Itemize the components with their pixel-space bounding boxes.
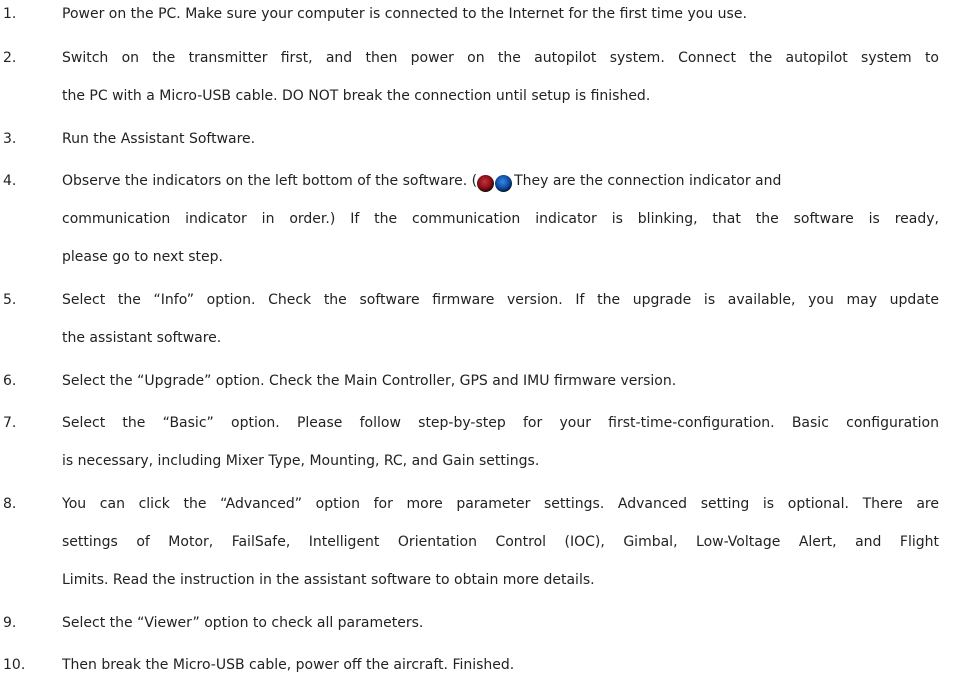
step-text-line: the PC with a Micro-USB cable. DO NOT br… <box>62 88 651 104</box>
step-number: 1. <box>3 6 17 22</box>
communication-indicator-icon <box>495 174 513 192</box>
step-text-line: You can click the “Advanced” option for … <box>62 496 939 512</box>
step-number: 6. <box>3 373 17 389</box>
step-text-segment: They are the connection indicator and <box>514 173 782 189</box>
step-number: 7. <box>3 415 17 431</box>
step-text-line-with-indicators: Observe the indicators on the left botto… <box>62 171 781 193</box>
step-text-line: please go to next step. <box>62 249 223 265</box>
step-text-line: Run the Assistant Software. <box>62 131 256 147</box>
step-text-line: communication indicator in order.) If th… <box>62 211 939 227</box>
instruction-document: 1. Power on the PC. Make sure your compu… <box>0 0 953 692</box>
step-number: 9. <box>3 615 17 631</box>
connection-indicator-icon <box>477 174 495 192</box>
step-text-line: Select the “Basic” option. Please follow… <box>62 415 939 431</box>
step-text-line: the assistant software. <box>62 330 222 346</box>
step-number: 4. <box>3 173 17 189</box>
step-text-line: Select the “Info” option. Check the soft… <box>62 292 939 308</box>
step-number: 8. <box>3 496 17 512</box>
step-text-line: settings of Motor, FailSafe, Intelligent… <box>62 534 939 550</box>
step-number: 10. <box>3 657 26 673</box>
step-text-line: Then break the Micro-USB cable, power of… <box>62 657 515 673</box>
step-text-line: Select the “Viewer” option to check all … <box>62 615 424 631</box>
step-number: 5. <box>3 292 17 308</box>
step-text-line: Select the “Upgrade” option. Check the M… <box>62 373 677 389</box>
step-text-line: Power on the PC. Make sure your computer… <box>62 6 747 22</box>
step-number: 3. <box>3 131 17 147</box>
step-number: 2. <box>3 50 17 66</box>
step-text-line: is necessary, including Mixer Type, Moun… <box>62 453 540 469</box>
indicator-lights <box>477 173 513 193</box>
step-text-line: Switch on the transmitter first, and the… <box>62 50 939 66</box>
step-text-line: Limits. Read the instruction in the assi… <box>62 572 595 588</box>
step-text-segment: Observe the indicators on the left botto… <box>62 173 478 189</box>
